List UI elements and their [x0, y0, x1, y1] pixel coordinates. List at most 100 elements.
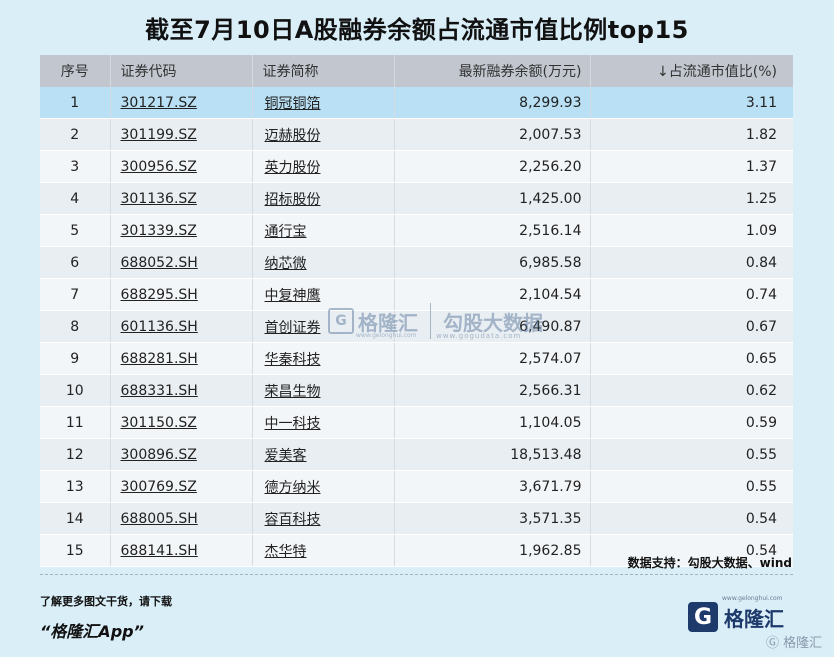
cell-index: 5 — [40, 214, 111, 247]
cell-name-link[interactable]: 迈赫股份 — [265, 128, 321, 144]
cell-name-link[interactable]: 铜冠铜箔 — [265, 96, 321, 112]
cell-name: 杰华特 — [252, 534, 395, 567]
cell-index: 12 — [40, 438, 111, 471]
cell-code-link[interactable]: 300896.SZ — [121, 447, 197, 463]
cell-code-link[interactable]: 301217.SZ — [121, 95, 197, 111]
cell-index: 9 — [40, 342, 111, 375]
table-row[interactable]: 7 688295.SH 中复神鹰 2,104.54 0.74 — [40, 278, 793, 311]
cell-name: 首创证券 — [252, 310, 395, 343]
table-row[interactable]: 10 688331.SH 荣昌生物 2,566.31 0.62 — [40, 374, 793, 407]
cell-code-link[interactable]: 688141.SH — [121, 543, 198, 559]
cell-code-link[interactable]: 301339.SZ — [121, 223, 197, 239]
cell-code: 301150.SZ — [110, 406, 253, 439]
cell-balance: 1,104.05 — [394, 406, 591, 439]
cell-code: 688331.SH — [110, 374, 253, 407]
table-row[interactable]: 14 688005.SH 容百科技 3,571.35 0.54 — [40, 502, 793, 535]
cell-name-link[interactable]: 招标股份 — [265, 192, 321, 208]
cell-code-link[interactable]: 688005.SH — [121, 511, 198, 527]
table-row[interactable]: 1 301217.SZ 铜冠铜箔 8,299.93 3.11 — [40, 87, 793, 119]
cell-balance: 2,007.53 — [394, 118, 591, 151]
cell-name-link[interactable]: 华秦科技 — [265, 352, 321, 368]
cell-code-link[interactable]: 688331.SH — [121, 383, 198, 399]
cell-code-link[interactable]: 301150.SZ — [121, 415, 197, 431]
table-row[interactable]: 12 300896.SZ 爱美客 18,513.48 0.55 — [40, 438, 793, 471]
cell-code: 301136.SZ — [110, 182, 253, 215]
cell-name-link[interactable]: 中一科技 — [265, 416, 321, 432]
cell-name: 中复神鹰 — [252, 278, 395, 311]
cell-ratio: 1.82 — [590, 118, 793, 151]
cell-balance: 18,513.48 — [394, 438, 591, 471]
cell-code-link[interactable]: 688295.SH — [121, 287, 198, 303]
cell-index: 2 — [40, 118, 111, 151]
cell-ratio: 1.25 — [590, 182, 793, 215]
cell-code: 300769.SZ — [110, 470, 253, 503]
table-row[interactable]: 13 300769.SZ 德方纳米 3,671.79 0.55 — [40, 470, 793, 503]
cell-code-link[interactable]: 301136.SZ — [121, 191, 197, 207]
cell-name: 招标股份 — [252, 182, 395, 215]
cell-code-link[interactable]: 300769.SZ — [121, 479, 197, 495]
cell-name: 荣昌生物 — [252, 374, 395, 407]
cell-index: 10 — [40, 374, 111, 407]
table-row[interactable]: 2 301199.SZ 迈赫股份 2,007.53 1.82 — [40, 118, 793, 151]
cell-name: 容百科技 — [252, 502, 395, 535]
cell-code-link[interactable]: 300956.SZ — [121, 159, 197, 175]
cell-code: 301217.SZ — [110, 87, 253, 119]
table-row[interactable]: 3 300956.SZ 英力股份 2,256.20 1.37 — [40, 150, 793, 183]
cell-balance: 8,299.93 — [394, 87, 591, 119]
cell-balance: 2,566.31 — [394, 374, 591, 407]
cell-name-link[interactable]: 爱美客 — [265, 448, 307, 464]
header-balance: 最新融券余额(万元) — [394, 55, 591, 87]
cell-code: 688052.SH — [110, 246, 253, 279]
table-row[interactable]: 4 301136.SZ 招标股份 1,425.00 1.25 — [40, 182, 793, 215]
cell-name: 德方纳米 — [252, 470, 395, 503]
cell-code: 300896.SZ — [110, 438, 253, 471]
cell-name-link[interactable]: 首创证券 — [265, 320, 321, 336]
cell-ratio: 0.84 — [590, 246, 793, 279]
cell-name-link[interactable]: 容百科技 — [265, 512, 321, 528]
cell-name-link[interactable]: 荣昌生物 — [265, 384, 321, 400]
table-body: 1 301217.SZ 铜冠铜箔 8,299.93 3.11 2 301199.SZ 迈赫股份… — [40, 87, 793, 567]
cell-ratio: 0.59 — [590, 406, 793, 439]
cell-balance: 2,574.07 — [394, 342, 591, 375]
cell-code-link[interactable]: 688281.SH — [121, 351, 198, 367]
table-row[interactable]: 11 301150.SZ 中一科技 1,104.05 0.59 — [40, 406, 793, 439]
cell-code-link[interactable]: 601136.SH — [121, 319, 198, 335]
cell-index: 1 — [40, 87, 111, 119]
cell-index: 15 — [40, 534, 111, 567]
table-row[interactable]: 6 688052.SH 纳芯微 6,985.58 0.84 — [40, 246, 793, 279]
cell-code: 688141.SH — [110, 534, 253, 567]
cell-index: 8 — [40, 310, 111, 343]
cell-code: 688005.SH — [110, 502, 253, 535]
cell-name-link[interactable]: 德方纳米 — [265, 480, 321, 496]
corner-watermark: Ⓖ 格隆汇 — [766, 636, 823, 651]
cell-balance: 1,425.00 — [394, 182, 591, 215]
app-name[interactable]: “格隆汇App” — [40, 618, 144, 642]
cell-name-link[interactable]: 杰华特 — [265, 544, 307, 560]
cell-name-link[interactable]: 英力股份 — [265, 160, 321, 176]
table-row[interactable]: 5 301339.SZ 通行宝 2,516.14 1.09 — [40, 214, 793, 247]
cell-balance: 2,256.20 — [394, 150, 591, 183]
cell-code: 301339.SZ — [110, 214, 253, 247]
brand-url: www.gelonghui.com — [722, 595, 783, 602]
cell-name-link[interactable]: 中复神鹰 — [265, 288, 321, 304]
cell-balance: 1,962.85 — [394, 534, 591, 567]
cell-balance: 2,516.14 — [394, 214, 591, 247]
cell-code-link[interactable]: 688052.SH — [121, 255, 198, 271]
cell-index: 6 — [40, 246, 111, 279]
cell-ratio: 1.37 — [590, 150, 793, 183]
cell-code: 300956.SZ — [110, 150, 253, 183]
cell-balance: 6,985.58 — [394, 246, 591, 279]
cell-name-link[interactable]: 通行宝 — [265, 224, 307, 240]
ranking-table: 序号 证券代码 证券简称 最新融券余额(万元) ↓占流通市值比(%) 1 3012… — [40, 55, 793, 567]
table-row[interactable]: 9 688281.SH 华秦科技 2,574.07 0.65 — [40, 342, 793, 375]
cell-index: 7 — [40, 278, 111, 311]
header-ratio-sorted[interactable]: ↓占流通市值比(%) — [590, 55, 793, 87]
cell-ratio: 0.55 — [590, 438, 793, 471]
cell-name-link[interactable]: 纳芯微 — [265, 256, 307, 272]
data-source-note: 数据支持：勾股大数据、wind — [627, 556, 792, 570]
brand-block[interactable]: G 格隆汇 — [688, 600, 784, 634]
cell-index: 14 — [40, 502, 111, 535]
cell-code-link[interactable]: 301199.SZ — [121, 127, 197, 143]
table-row[interactable]: 8 601136.SH 首创证券 6,490.87 0.67 — [40, 310, 793, 343]
header-code: 证券代码 — [110, 55, 253, 87]
